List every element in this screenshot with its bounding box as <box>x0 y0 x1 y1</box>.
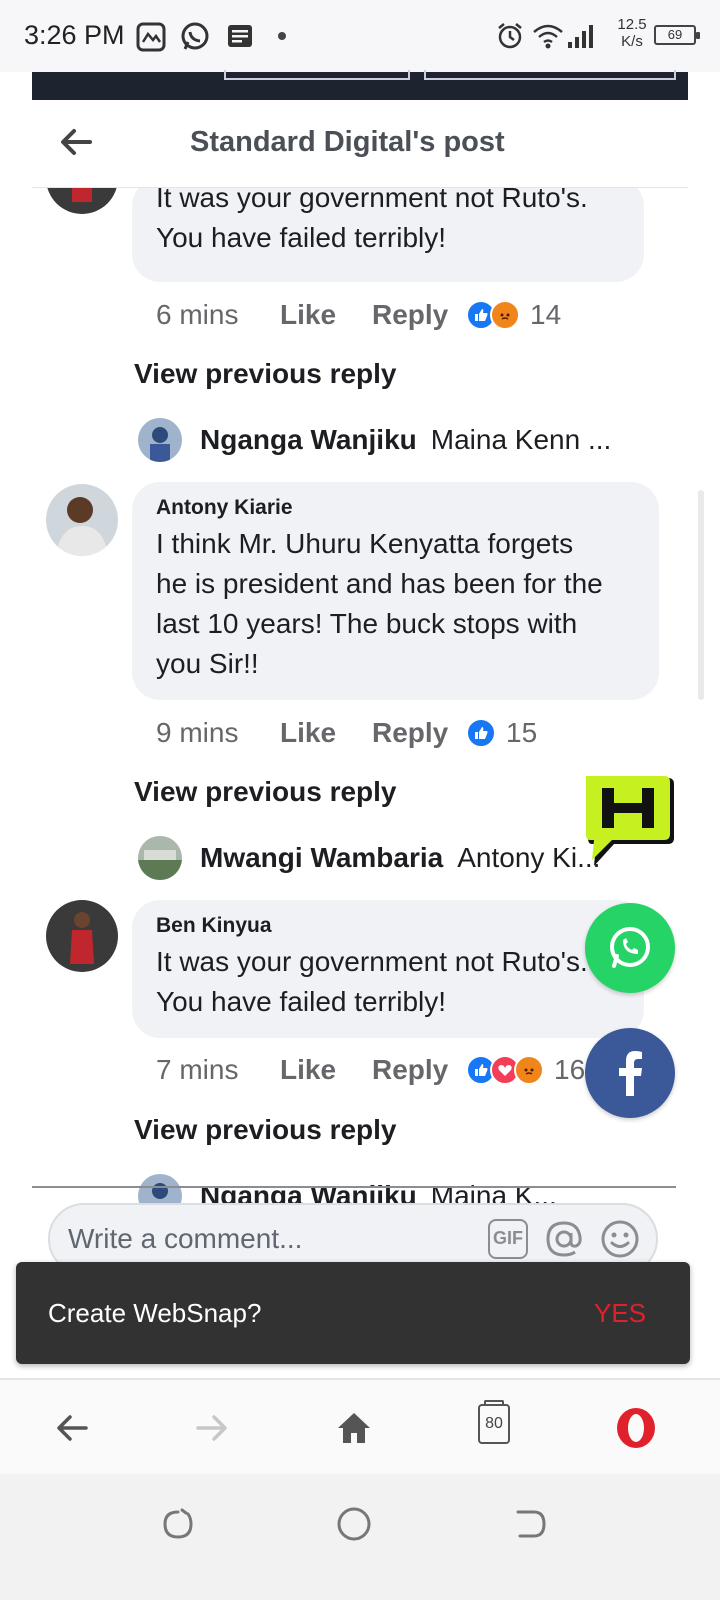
comment-line: It was your government not Ruto's. <box>156 946 588 977</box>
reactions[interactable] <box>466 718 496 748</box>
whatsapp-share-button[interactable] <box>585 903 675 993</box>
snackbar-yes-button[interactable]: YES <box>594 1298 646 1329</box>
gallery-icon <box>136 22 166 52</box>
comment-bubble[interactable]: Antony Kiarie I think Mr. Uhuru Kenyatta… <box>132 482 659 700</box>
header-box <box>224 70 410 80</box>
comment-bubble[interactable]: It was your government not Ruto's. You h… <box>132 188 644 282</box>
mention-icon[interactable] <box>544 1219 584 1259</box>
reactions[interactable] <box>466 300 520 330</box>
comment-time: 7 mins <box>156 1054 239 1085</box>
page-title: Standard Digital's post <box>190 126 505 158</box>
comment-line: I think Mr. Uhuru Kenyatta forgets <box>156 528 574 559</box>
comment-time: 9 mins <box>156 717 239 748</box>
reply-author: Mwangi Wambaria <box>200 842 444 873</box>
net-speed-unit: K/s <box>621 33 643 50</box>
scrollbar[interactable] <box>698 490 704 700</box>
net-speed-value: 12.5 <box>617 16 647 33</box>
browser-back-button[interactable] <box>50 1406 94 1450</box>
reaction-count: 14 <box>530 299 562 330</box>
browser-toolbar: 80 <box>0 1378 720 1474</box>
composer-divider <box>32 1186 676 1188</box>
avatar[interactable] <box>46 900 118 972</box>
websnap-snackbar: Create WebSnap? YES <box>16 1262 690 1364</box>
reply-author: Nganga Wanjiku <box>200 424 417 455</box>
comment-line: It was your government not Ruto's. <box>156 188 588 213</box>
reaction-count: 15 <box>506 717 538 748</box>
angry-reaction-icon <box>514 1055 544 1085</box>
comment-line: You have failed terribly! <box>156 986 447 1017</box>
home-nav-icon[interactable] <box>334 1504 374 1544</box>
avatar <box>138 836 182 880</box>
notes-icon <box>228 25 252 47</box>
alarm-icon <box>498 23 522 49</box>
like-button[interactable]: Like <box>280 299 372 331</box>
snackbar-message: Create WebSnap? <box>48 1298 262 1328</box>
emoji-icon[interactable] <box>600 1219 640 1259</box>
tabs-button[interactable]: 80 <box>478 1400 510 1444</box>
gif-icon[interactable]: GIF <box>488 1219 528 1259</box>
status-time: 3:26 PM <box>24 20 125 50</box>
comment-text: I think Mr. Uhuru Kenyatta forgets he is… <box>156 524 635 684</box>
whatsapp-icon <box>610 927 650 968</box>
reply-preview[interactable]: Nganga Wanjiku Maina Kenn ... <box>138 418 611 462</box>
view-previous-reply[interactable]: View previous reply <box>134 1114 397 1146</box>
comment-text: It was your government not Ruto's. You h… <box>156 188 620 258</box>
h-logo-button[interactable] <box>584 776 676 868</box>
comment-bubble[interactable]: Ben Kinyua It was your government not Ru… <box>132 900 644 1038</box>
signal-icon <box>568 25 593 48</box>
angry-reaction-icon <box>490 300 520 330</box>
comment-actions: 9 mins Like Reply 15 <box>156 713 537 753</box>
avatar[interactable] <box>46 188 118 214</box>
view-previous-reply[interactable]: View previous reply <box>134 776 397 808</box>
arrow-left-icon[interactable] <box>56 122 96 162</box>
back-nav-icon[interactable] <box>510 1504 550 1544</box>
reply-preview[interactable]: Mwangi Wambaria Antony Ki... <box>138 836 600 880</box>
whatsapp-icon <box>181 22 209 50</box>
reply-snippet: Maina Kenn ... <box>430 424 612 455</box>
comment-input[interactable] <box>68 1219 468 1259</box>
wifi-icon <box>533 24 563 49</box>
comment-actions: 6 mins Like Reply 14 <box>156 295 561 335</box>
battery-indicator: 69 <box>654 25 700 45</box>
like-reaction-icon <box>466 718 496 748</box>
reply-button[interactable]: Reply <box>372 299 466 331</box>
comment-line: he is president and has been for the <box>156 568 603 599</box>
reaction-count: 16 <box>554 1054 586 1085</box>
facebook-icon <box>619 1051 642 1096</box>
browser-home-button[interactable] <box>332 1406 376 1450</box>
facebook-share-button[interactable] <box>585 1028 675 1118</box>
system-navigation-bar <box>0 1474 720 1600</box>
reply-button[interactable]: Reply <box>372 1054 466 1086</box>
reply-button[interactable]: Reply <box>372 717 466 749</box>
forward-icon <box>196 1415 227 1441</box>
post-header: Standard Digital's post <box>32 100 688 188</box>
status-bar: 3:26 PM 12.5 K/s 69 <box>0 0 720 72</box>
dot-icon <box>278 32 286 40</box>
back-icon <box>57 1415 88 1441</box>
avatar[interactable] <box>46 484 118 556</box>
page-header-remnant <box>32 70 688 100</box>
reply-snippet: Antony Ki... <box>457 842 601 873</box>
comment-line: you Sir!! <box>156 648 259 679</box>
opera-menu-button[interactable] <box>614 1406 658 1450</box>
avatar <box>138 418 182 462</box>
comment-line: last 10 years! The buck stops with <box>156 608 578 639</box>
like-button[interactable]: Like <box>280 1054 372 1086</box>
comment-text: It was your government not Ruto's. You h… <box>156 942 620 1022</box>
reactions[interactable] <box>466 1055 544 1085</box>
comment-author[interactable]: Antony Kiarie <box>156 496 635 520</box>
view-previous-reply[interactable]: View previous reply <box>134 358 397 390</box>
comment-line: You have failed terribly! <box>156 222 447 253</box>
header-box <box>424 70 676 80</box>
comment-actions: 7 mins Like Reply 16 <box>156 1050 585 1090</box>
opera-icon <box>617 1408 655 1448</box>
comment-author[interactable]: Ben Kinyua <box>156 914 620 938</box>
comment-time: 6 mins <box>156 299 239 330</box>
home-icon <box>338 1413 370 1443</box>
like-button[interactable]: Like <box>280 717 372 749</box>
browser-forward-button[interactable] <box>190 1406 234 1450</box>
recents-icon[interactable] <box>158 1504 198 1544</box>
net-speed: 12.5 K/s <box>614 16 650 50</box>
